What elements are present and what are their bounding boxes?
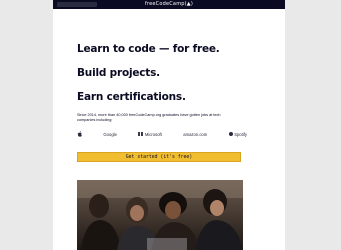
hero-photo — [77, 180, 243, 250]
hero-subtext: Since 2014, more than 40,000 freeCodeCam… — [77, 113, 221, 122]
microsoft-label: Microsoft — [144, 131, 162, 137]
microsoft-grid-icon — [138, 131, 143, 137]
right-backdrop — [285, 0, 341, 250]
amazon-label: amazon.com — [183, 131, 208, 137]
google-logo: Google — [103, 132, 117, 137]
page: freeCodeCamp(▲) Learn to code — for free… — [53, 0, 285, 250]
left-backdrop — [0, 0, 53, 250]
spotify-circle-icon — [228, 132, 233, 136]
hero-headline-1: Learn to code — for free. — [77, 43, 220, 55]
apple-logo-icon — [77, 131, 82, 137]
spotify-logo-icon: Spotify — [228, 131, 247, 137]
hero-headline-2: Build projects. — [77, 67, 160, 79]
top-navbar: freeCodeCamp(▲) — [53, 0, 285, 9]
brand-logo[interactable]: freeCodeCamp(▲) — [53, 0, 285, 9]
brand-name: freeCodeCamp( — [144, 1, 187, 7]
spotify-label: Spotify — [234, 131, 247, 137]
google-label: Google — [103, 131, 117, 137]
people-coding-image — [77, 180, 243, 250]
brand-suffix: ) — [190, 1, 193, 7]
hero-headline-3: Earn certifications. — [77, 91, 186, 103]
get-started-button[interactable]: Get started (it's free) — [77, 152, 241, 162]
company-logos: Google Microsoft amazon.com Spotify — [77, 130, 247, 138]
amazon-logo: amazon.com — [183, 132, 207, 137]
microsoft-logo-icon: Microsoft — [138, 132, 162, 137]
